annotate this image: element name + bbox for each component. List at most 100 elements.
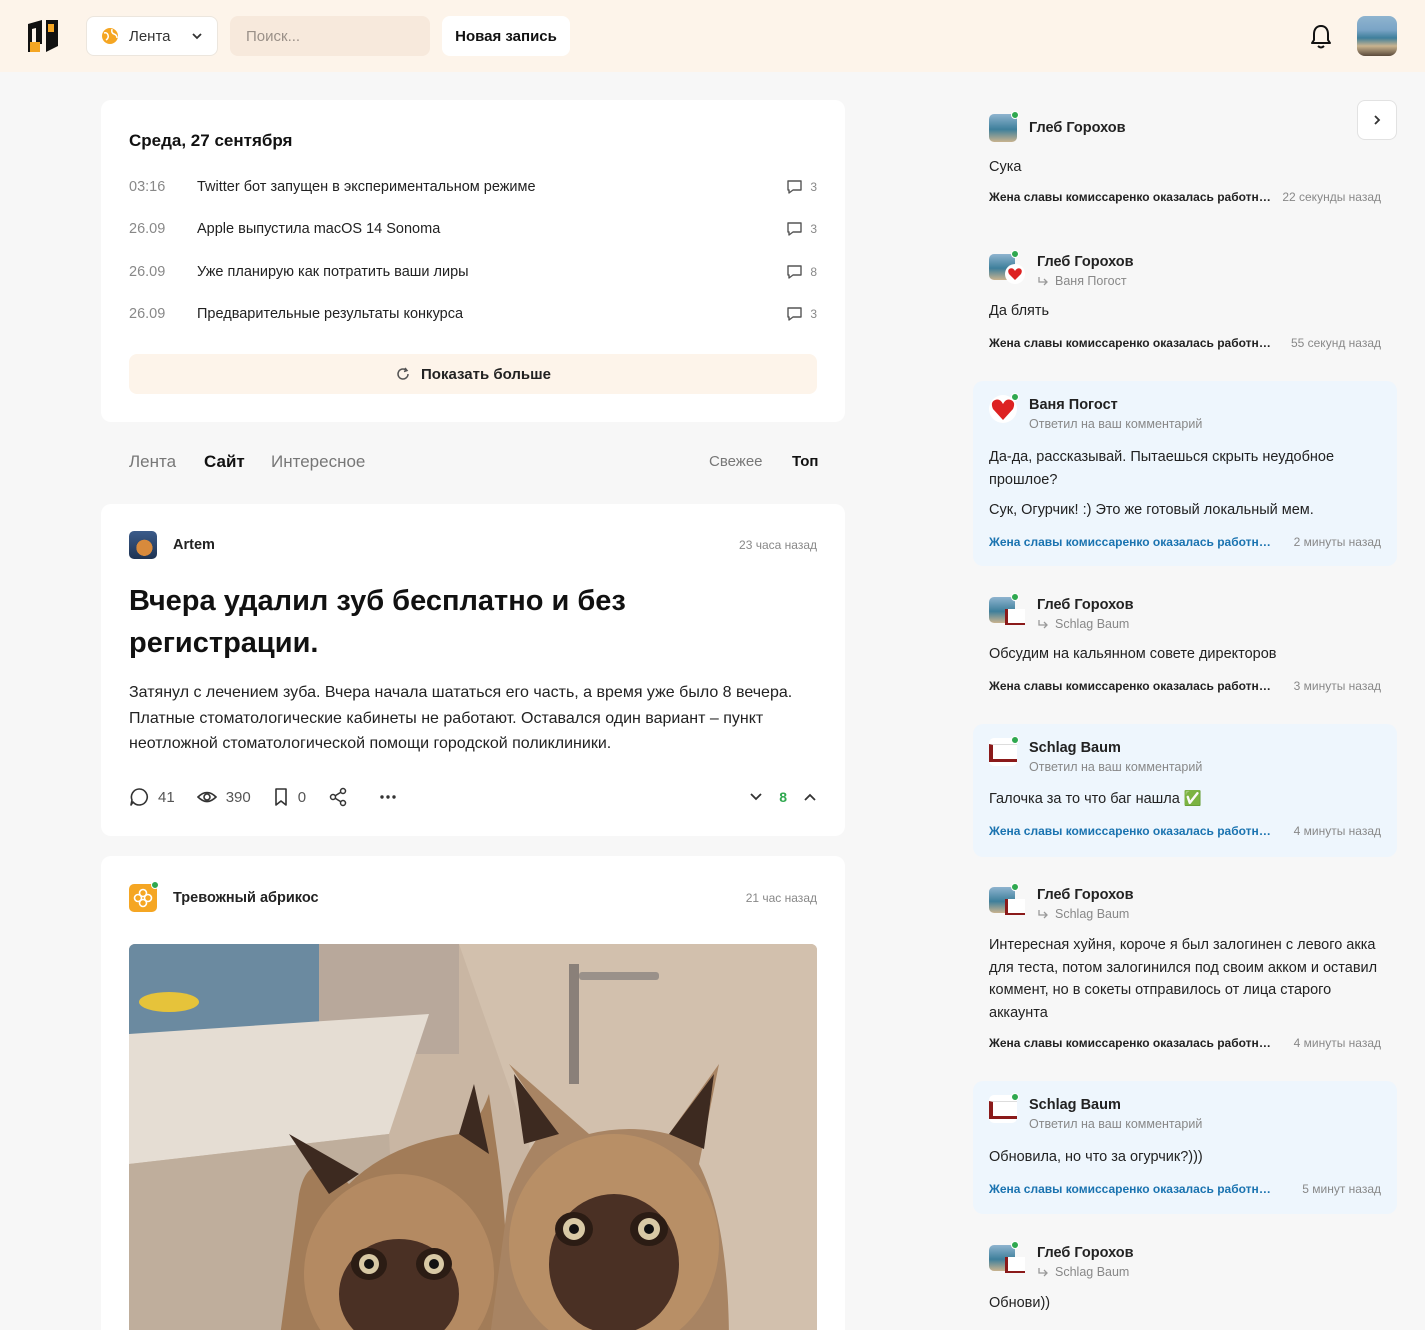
sort-top[interactable]: Топ (792, 453, 818, 470)
comment-author[interactable]: Глеб Горохов (1029, 114, 1126, 142)
online-indicator (1011, 593, 1019, 601)
user-avatar[interactable] (1357, 16, 1397, 56)
tab-feed[interactable]: Лента (129, 452, 176, 472)
news-item-time: 26.09 (129, 221, 166, 237)
show-more-button[interactable]: Показать больше (129, 354, 817, 394)
avatar-pair (989, 593, 1025, 625)
post-image-cats[interactable] (129, 944, 817, 1330)
comment-text: Обновила, но что за огурчик?))) (989, 1149, 1203, 1165)
show-more-label: Показать больше (421, 365, 551, 383)
more-button[interactable] (379, 794, 406, 800)
reply-arrow-icon (1038, 277, 1048, 286)
comment-author[interactable]: Глеб Горохов (1037, 595, 1134, 615)
feed-select-label: Лента (129, 27, 171, 45)
post-author[interactable]: Artem (129, 531, 215, 559)
online-indicator (1011, 1093, 1019, 1101)
post-card: Тревожный абрикос 21 час назад (101, 856, 845, 1330)
comment-post-link[interactable]: Жена славы комиссаренко оказалась работн… (989, 679, 1273, 693)
post-title[interactable]: Вчера удалил зуб бесплатно и без регистр… (129, 580, 729, 664)
comment-reply-note: Ответил на ваш комментарий (1029, 417, 1203, 431)
logo-icon[interactable] (26, 20, 60, 52)
reply-arrow-icon (1038, 1268, 1048, 1277)
comment-header: Глеб Горохов Schlag Baum (989, 1241, 1134, 1281)
post-actions: 41 390 0 8 (129, 786, 817, 808)
comment-post-link[interactable]: Жена славы комиссаренко оказалась работн… (989, 535, 1273, 549)
comment-text: Обнови)) (989, 1295, 1051, 1311)
avatar-pair (989, 883, 1025, 915)
bookmark-button[interactable]: 0 (273, 788, 306, 806)
avatar-pair (989, 1241, 1025, 1273)
comments-count: 41 (158, 788, 175, 806)
comment-author[interactable]: Глеб Горохов (1037, 252, 1134, 272)
news-item-title: Apple выпустила macOS 14 Sonoma (197, 221, 441, 237)
news-item-comment-count: 3 (810, 307, 817, 321)
comment-time: 5 минут назад (1302, 1182, 1381, 1196)
news-item-time: 26.09 (129, 306, 166, 322)
news-item-comment-count: 8 (810, 265, 817, 279)
share-button[interactable] (328, 787, 357, 807)
comment-item[interactable]: Глеб Горохов Ваня Погост Да блять Жена с… (973, 238, 1397, 368)
post-author[interactable]: Тревожный абрикос (129, 881, 319, 912)
search-input[interactable] (230, 16, 430, 56)
comment-item[interactable]: Глеб Горохов Schlag Baum Обсудим на каль… (973, 581, 1397, 711)
sort-fresh[interactable]: Свежее (709, 453, 763, 470)
comment-item[interactable]: Глеб Горохов Schlag Baum Интересная хуйн… (973, 871, 1397, 1066)
news-item[interactable]: 26.09 Уже планирую как потратить ваши ли… (129, 261, 817, 283)
comment-author[interactable]: Schlag Baum (1029, 738, 1202, 758)
comment-item[interactable]: Schlag Baum Ответил на ваш комментарий О… (973, 1081, 1397, 1214)
chevron-up-icon[interactable] (803, 792, 817, 802)
comment-header: Schlag Baum Ответил на ваш комментарий (989, 1093, 1203, 1133)
online-indicator (1011, 736, 1019, 744)
new-post-button[interactable]: Новая запись (442, 16, 570, 56)
comment-icon (787, 180, 803, 194)
news-card: Среда, 27 сентября 03:16 Twitter бот зап… (101, 100, 845, 422)
comment-meta: Жена славы комиссаренко оказалась работн… (989, 190, 1381, 204)
tab-interesting[interactable]: Интересное (271, 452, 365, 472)
comment-post-link[interactable]: Жена славы комиссаренко оказалась работн… (989, 1036, 1273, 1050)
news-item[interactable]: 26.09 Apple выпустила macOS 14 Sonoma 3 (129, 218, 817, 240)
comment-post-link[interactable]: Жена славы комиссаренко оказалась работн… (989, 1182, 1273, 1196)
bookmarks-count: 0 (297, 788, 307, 806)
comment-post-link[interactable]: Жена славы комиссаренко оказалась работн… (989, 190, 1273, 204)
chevron-down-icon (192, 33, 202, 40)
news-item-comments: 3 (787, 307, 817, 321)
comment-author[interactable]: Глеб Горохов (1037, 885, 1134, 905)
comment-item[interactable]: Schlag Baum Ответил на ваш комментарий Г… (973, 724, 1397, 857)
news-item-title: Предварительные результаты конкурса (197, 306, 464, 322)
chevron-down-icon[interactable] (749, 792, 763, 802)
bell-icon[interactable] (1309, 24, 1333, 50)
comment-icon (787, 265, 803, 279)
comment-post-link[interactable]: Жена славы комиссаренко оказалась работн… (989, 824, 1273, 838)
comment-author[interactable]: Ваня Погост (1029, 395, 1202, 415)
comment-post-link[interactable]: Жена славы комиссаренко оказалась работн… (989, 336, 1273, 350)
news-date-title: Среда, 27 сентября (129, 131, 293, 150)
comment-reply-to-name: Schlag Baum (1055, 1265, 1130, 1279)
feed-select[interactable]: Лента (86, 16, 218, 56)
comment-time: 4 минуты назад (1293, 1036, 1381, 1050)
post-card: Artem 23 часа назад Вчера удалил зуб бес… (101, 504, 845, 836)
avatar (1005, 1257, 1025, 1273)
online-indicator (1011, 1241, 1019, 1249)
post-time: 21 час назад (745, 891, 817, 905)
tab-site[interactable]: Сайт (204, 452, 245, 472)
avatar (1005, 264, 1025, 284)
comment-author[interactable]: Schlag Baum (1029, 1095, 1202, 1115)
comment-header: Глеб Горохов (989, 111, 1126, 142)
comment-reply-note: Ответил на ваш комментарий (1029, 1117, 1203, 1131)
comment-item[interactable]: Глеб Горохов Schlag Baum Обнови)) (973, 1229, 1397, 1330)
news-item[interactable]: 26.09 Предварительные результаты конкурс… (129, 303, 817, 325)
comment-icon (130, 788, 148, 806)
eye-icon (196, 791, 217, 803)
comment-reply-to: Schlag Baum (1037, 905, 1134, 923)
online-indicator (1011, 250, 1019, 258)
comments-button[interactable]: 41 (129, 787, 175, 807)
comment-reply-note: Ответил на ваш комментарий (1029, 760, 1203, 774)
comment-author[interactable]: Глеб Горохов (1037, 1243, 1134, 1263)
comment-item[interactable]: Глеб Горохов Сука Жена славы комиссаренк… (973, 100, 1397, 220)
comment-item[interactable]: Ваня Погост Ответил на ваш комментарий Д… (973, 381, 1397, 566)
post-text: Затянул с лечением зуба. Вчера начала ша… (129, 684, 793, 752)
comment-text: Интересная хуйня, короче я был залогинен… (989, 937, 1378, 1021)
news-item-comments: 8 (787, 265, 817, 279)
news-item[interactable]: 03:16 Twitter бот запущен в эксперимента… (129, 176, 817, 198)
comment-reply-to: Schlag Baum (1037, 615, 1134, 633)
